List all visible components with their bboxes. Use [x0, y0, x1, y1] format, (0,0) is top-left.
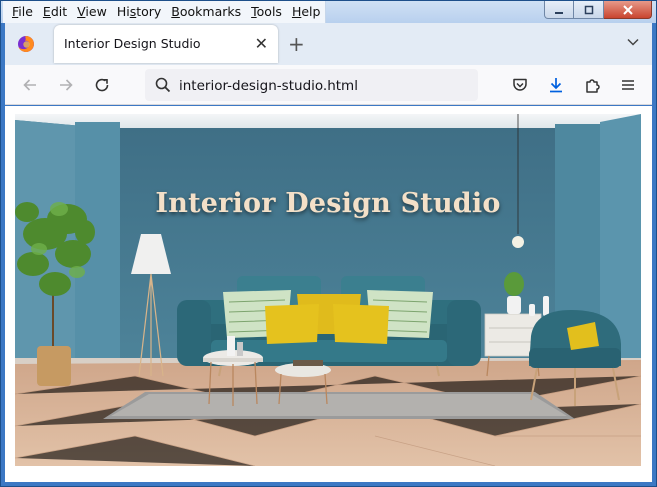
title-bar: File Edit View History Bookmarks Tools H…: [1, 1, 656, 23]
reload-icon[interactable]: [93, 76, 111, 94]
menu-bar: File Edit View History Bookmarks Tools H…: [3, 1, 327, 23]
search-icon: [155, 77, 171, 93]
navigation-bar: interior-design-studio.html: [5, 65, 652, 105]
minimize-button[interactable]: [544, 1, 574, 19]
menu-bookmarks[interactable]: Bookmarks: [166, 2, 246, 22]
tab-strip: Interior Design Studio ✕ +: [5, 23, 652, 65]
close-window-button[interactable]: [604, 1, 652, 19]
minimize-icon: [555, 11, 563, 14]
firefox-icon[interactable]: [17, 35, 35, 53]
tab-title: Interior Design Studio: [64, 36, 201, 51]
maximize-icon: [584, 5, 593, 14]
new-tab-button[interactable]: +: [288, 32, 305, 56]
hero-title: Interior Design Studio: [155, 188, 501, 219]
chevron-down-icon[interactable]: [626, 35, 640, 49]
menu-view[interactable]: View: [72, 2, 112, 22]
browser-window: File Edit View History Bookmarks Tools H…: [0, 0, 657, 487]
tab-close-icon[interactable]: ✕: [255, 34, 268, 53]
extensions-icon[interactable]: [583, 76, 601, 94]
page-viewport: Interior Design Studio: [5, 106, 652, 482]
url-bar[interactable]: interior-design-studio.html: [145, 69, 478, 101]
menu-edit[interactable]: Edit: [38, 2, 72, 22]
pocket-icon[interactable]: [511, 76, 529, 94]
tab-active[interactable]: Interior Design Studio ✕: [54, 25, 278, 63]
forward-arrow-icon[interactable]: [57, 76, 75, 94]
hero-banner: Interior Design Studio: [15, 114, 641, 466]
living-room-image: [15, 114, 641, 466]
back-arrow-icon[interactable]: [21, 76, 39, 94]
download-icon[interactable]: [547, 76, 565, 94]
menu-history[interactable]: History: [112, 2, 166, 22]
url-text: interior-design-studio.html: [179, 78, 358, 94]
close-icon: [622, 4, 633, 15]
maximize-button[interactable]: [574, 1, 604, 19]
window-controls: [544, 1, 652, 21]
hamburger-menu-icon[interactable]: [619, 76, 637, 94]
menu-file[interactable]: File: [7, 2, 38, 22]
menu-tools[interactable]: Tools: [246, 2, 287, 22]
menu-help[interactable]: Help: [287, 2, 326, 22]
